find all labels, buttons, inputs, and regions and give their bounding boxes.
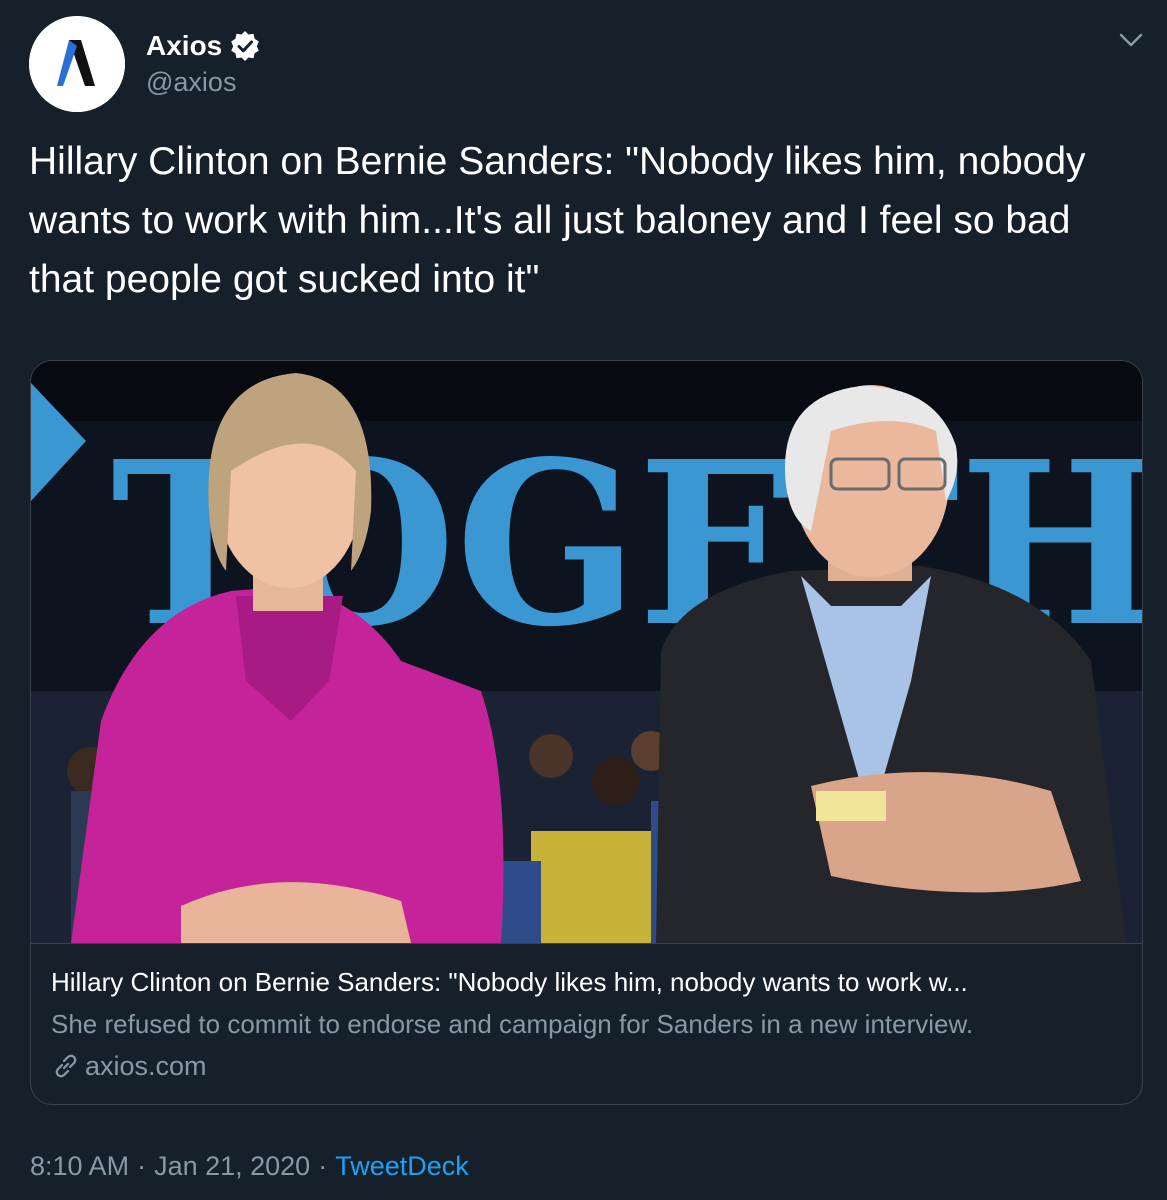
card-title[interactable]: Hillary Clinton on Bernie Sanders: "Nobo… <box>51 961 1126 1003</box>
tweet-text: Hillary Clinton on Bernie Sanders: "Nobo… <box>29 140 1086 301</box>
verified-badge-icon <box>231 31 260 61</box>
card-description: She refused to commit to endorse and cam… <box>51 1009 974 1039</box>
tweet-time[interactable]: 8:10 AM <box>30 1151 129 1181</box>
card-image[interactable]: TOGETH <box>31 361 1143 943</box>
card-domain[interactable]: axios.com <box>85 1045 207 1087</box>
display-name[interactable]: Axios <box>146 28 222 64</box>
author-info: Axios @axios <box>146 28 260 100</box>
meta-separator: · <box>137 1151 147 1181</box>
axios-logo-icon[interactable] <box>29 16 125 112</box>
link-card[interactable]: TOGETH Hillary Clinton on Bernie Sanders… <box>30 360 1143 1105</box>
card-body[interactable]: Hillary Clinton on Bernie Sanders: "Nobo… <box>51 961 1126 1087</box>
handle[interactable]: @axios <box>146 64 260 100</box>
link-icon <box>55 1054 77 1078</box>
tweet-source-link[interactable]: TweetDeck <box>335 1151 469 1181</box>
tweet-date[interactable]: Jan 21, 2020 <box>154 1151 310 1181</box>
card-domain-row[interactable]: axios.com <box>51 1045 1126 1087</box>
tweet: Axios @axios Hillary Clinton on Bernie S… <box>0 0 1167 1200</box>
display-name-row: Axios <box>146 28 260 64</box>
card-divider <box>31 943 1142 944</box>
meta-separator: · <box>318 1151 328 1181</box>
tweet-meta: 8:10 AM · Jan 21, 2020 · TweetDeck <box>30 1146 469 1186</box>
chevron-down-icon[interactable] <box>1117 28 1145 52</box>
